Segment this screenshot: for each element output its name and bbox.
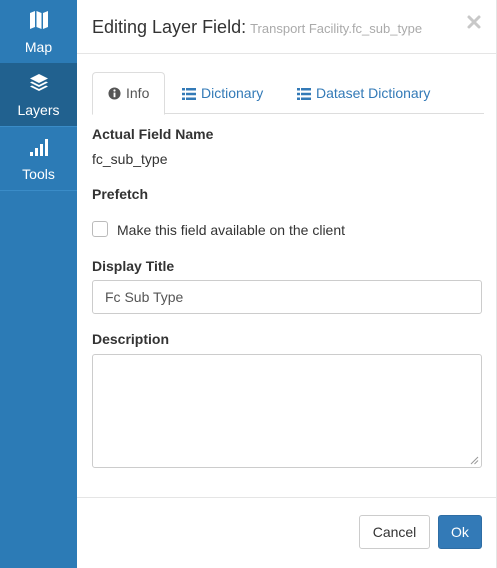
sidebar-divider <box>0 190 77 191</box>
sidebar-item-label: Tools <box>22 166 55 182</box>
tab-dataset-dictionary[interactable]: Dataset Dictionary <box>297 72 430 114</box>
dialog-title-text: Editing Layer Field: <box>92 17 247 37</box>
cancel-button[interactable]: Cancel <box>359 515 430 549</box>
signal-bars-icon <box>0 137 77 157</box>
sidebar: Map Layers Tools <box>0 0 77 568</box>
tab-dictionary[interactable]: Dictionary <box>182 72 263 114</box>
info-icon <box>108 87 121 100</box>
dialog-footer: Cancel Ok <box>77 497 497 568</box>
prefetch-checkbox-label[interactable]: Make this field available on the client <box>117 222 345 238</box>
sidebar-item-label: Map <box>24 39 53 55</box>
actual-field-name-label: Actual Field Name <box>92 126 214 142</box>
close-icon[interactable] <box>466 14 482 30</box>
sidebar-item-map[interactable]: Map <box>0 0 77 63</box>
prefetch-checkbox[interactable] <box>92 221 108 237</box>
dialog-subtitle: Transport Facility.fc_sub_type <box>250 21 423 36</box>
actual-field-name-value: fc_sub_type <box>92 151 168 167</box>
map-icon <box>0 10 77 30</box>
tab-label: Dictionary <box>201 85 264 101</box>
prefetch-label: Prefetch <box>92 186 149 202</box>
edit-layer-field-dialog: Editing Layer Field: Transport Facility.f… <box>77 0 497 568</box>
sidebar-item-layers[interactable]: Layers <box>0 63 77 126</box>
resize-handle-icon[interactable] <box>470 456 479 465</box>
description-textarea[interactable] <box>92 354 482 468</box>
tab-label: Info <box>126 85 150 101</box>
tab-bar: Info Dictionary Dataset Dictionary <box>92 72 484 115</box>
description-label: Description <box>92 331 170 347</box>
tab-info[interactable]: Info <box>92 72 165 115</box>
layers-icon <box>0 73 77 93</box>
sidebar-item-label: Layers <box>17 102 60 118</box>
display-title-label: Display Title <box>92 258 175 274</box>
tab-label: Dataset Dictionary <box>316 85 431 101</box>
dialog-header: Editing Layer Field: Transport Facility.f… <box>77 0 497 54</box>
ok-button[interactable]: Ok <box>438 515 482 549</box>
sidebar-item-tools[interactable]: Tools <box>0 127 77 190</box>
list-icon <box>297 88 311 100</box>
list-icon <box>182 88 196 100</box>
display-title-input[interactable]: Fc Sub Type <box>92 280 482 314</box>
dialog-title: Editing Layer Field: Transport Facility.f… <box>92 17 422 38</box>
